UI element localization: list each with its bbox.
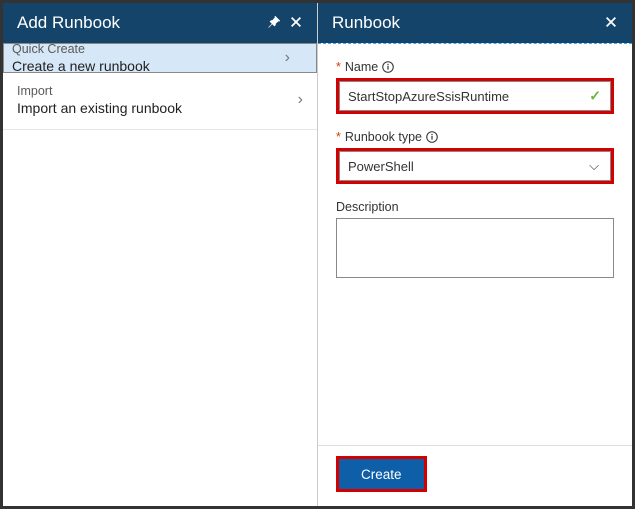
- desc-label: Description: [336, 200, 399, 214]
- left-blade-title: Add Runbook: [17, 13, 263, 33]
- chevron-right-icon: ›: [285, 49, 290, 67]
- option-quick-create[interactable]: Quick Create Create a new runbook ›: [3, 43, 317, 73]
- type-select[interactable]: PowerShell: [339, 151, 611, 181]
- option-list: Quick Create Create a new runbook › Impo…: [3, 43, 317, 130]
- name-input[interactable]: [339, 81, 611, 111]
- desc-field: [336, 218, 614, 283]
- close-icon[interactable]: [600, 15, 622, 32]
- type-label: Runbook type: [345, 130, 422, 144]
- create-button-highlight: Create: [336, 456, 427, 492]
- type-label-row: * Runbook type: [336, 130, 614, 144]
- right-blade-title: Runbook: [332, 13, 600, 33]
- close-icon[interactable]: [285, 15, 307, 32]
- info-icon[interactable]: [426, 131, 438, 143]
- desc-label-row: Description: [336, 200, 614, 214]
- check-icon: ✓: [589, 88, 601, 105]
- option-import[interactable]: Import Import an existing runbook ›: [3, 73, 317, 130]
- name-field: ✓: [336, 78, 614, 114]
- type-field: PowerShell ⌵: [336, 148, 614, 184]
- chevron-right-icon: ›: [298, 91, 303, 109]
- pin-icon[interactable]: [263, 15, 285, 32]
- name-label-row: * Name: [336, 60, 614, 74]
- info-icon[interactable]: [382, 61, 394, 73]
- option-subtitle: Import an existing runbook: [17, 99, 298, 117]
- required-asterisk: *: [336, 60, 341, 74]
- create-button[interactable]: Create: [339, 459, 424, 489]
- required-asterisk: *: [336, 130, 341, 144]
- left-blade-header: Add Runbook: [3, 3, 317, 43]
- runbook-form: * Name ✓ * Runbook type PowerShell: [318, 43, 632, 445]
- right-blade-header: Runbook: [318, 3, 632, 43]
- form-footer: Create: [318, 445, 632, 506]
- option-subtitle: Create a new runbook: [12, 57, 285, 75]
- option-title: Import: [17, 83, 298, 99]
- type-select-value: PowerShell: [348, 159, 414, 174]
- desc-textarea[interactable]: [336, 218, 614, 278]
- name-label: Name: [345, 60, 378, 74]
- option-title: Quick Create: [12, 41, 285, 57]
